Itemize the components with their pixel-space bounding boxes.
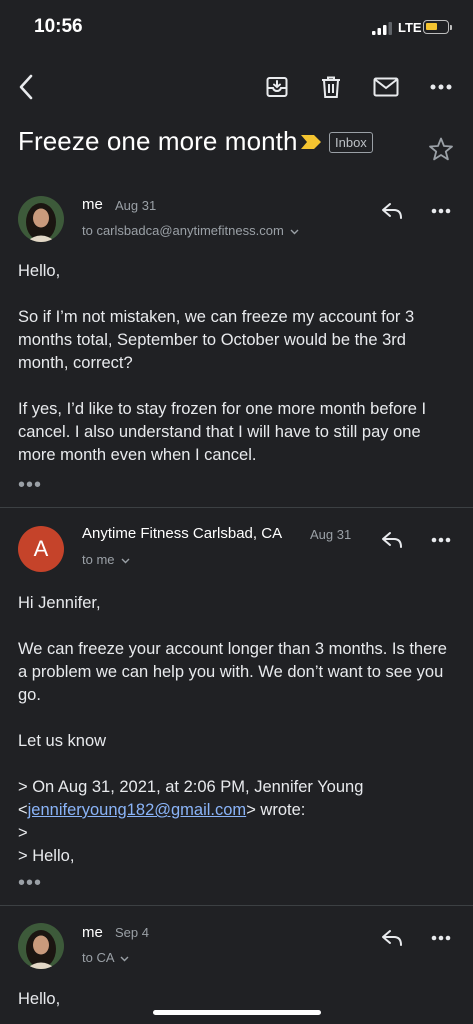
recipients-toggle[interactable]: to CA [82, 950, 129, 965]
status-time: 10:56 [34, 16, 83, 37]
body-paragraph: We can freeze your account longer than 3… [18, 640, 447, 704]
message-more-button[interactable] [428, 927, 454, 949]
back-button[interactable] [14, 74, 38, 100]
message-sender: me [82, 924, 103, 941]
message-sender: Anytime Fitness Carlsbad, CA [82, 525, 283, 542]
mark-unread-button[interactable] [372, 74, 400, 100]
recipients-toggle[interactable]: to me [82, 552, 130, 567]
message-body: Hello, [18, 988, 458, 1011]
archive-icon [266, 77, 288, 97]
avatar-letter: A [33, 536, 49, 561]
chevron-down-icon [290, 229, 299, 235]
message-divider [0, 507, 473, 508]
thread-subject: Freeze one more month [18, 126, 298, 156]
home-indicator[interactable] [153, 1010, 321, 1015]
more-horizontal-icon [431, 537, 451, 543]
body-paragraph: So if I’m not mistaken, we can freeze my… [18, 308, 415, 372]
delete-button[interactable] [318, 74, 344, 100]
mail-icon [373, 77, 399, 97]
message-more-button[interactable] [428, 529, 454, 551]
body-paragraph: Hello, [18, 262, 61, 280]
show-trimmed-content-button[interactable]: ••• [18, 872, 42, 895]
avatar-photo [18, 196, 64, 242]
message-date: Aug 31 [115, 198, 157, 213]
more-horizontal-icon [430, 84, 452, 90]
show-trimmed-content-button[interactable]: ••• [18, 474, 42, 497]
message-body: Hi Jennifer, We can freeze your account … [18, 592, 458, 868]
more-horizontal-icon [431, 208, 451, 214]
more-options-button[interactable] [428, 76, 454, 98]
message-more-button[interactable] [428, 200, 454, 222]
body-paragraph: Hello, [18, 990, 61, 1008]
sender-avatar[interactable]: A [18, 526, 64, 572]
sender-avatar[interactable] [18, 196, 64, 242]
recipients-toggle[interactable]: to carlsbadca@anytimefitness.com [82, 223, 299, 238]
quoted-line: > On Aug 31, 2021, at 2:06 PM, Jennifer … [18, 778, 364, 796]
message-divider [0, 905, 473, 906]
archive-button[interactable] [264, 74, 290, 100]
reply-icon [382, 532, 402, 548]
recipients-text: to carlsbadca@anytimefitness.com [82, 223, 284, 238]
quoted-bracket: < [18, 801, 28, 819]
email-link[interactable]: jenniferyoung182@gmail.com [28, 801, 247, 819]
sender-avatar[interactable] [18, 923, 64, 969]
recipients-text: to me [82, 552, 115, 567]
message-sender: me [82, 196, 103, 213]
message-date: Sep 4 [115, 925, 149, 940]
chevron-left-icon [19, 74, 33, 100]
battery-icon [423, 20, 452, 34]
reply-button[interactable] [379, 925, 405, 951]
quoted-wrote: > wrote: [246, 801, 306, 819]
more-horizontal-icon [431, 935, 451, 941]
recipients-text: to CA [82, 950, 114, 965]
reply-icon [382, 203, 402, 219]
star-icon[interactable] [428, 136, 454, 162]
chevron-down-icon [120, 956, 129, 962]
important-marker-icon[interactable] [300, 134, 322, 150]
quoted-line: > Hello, [18, 847, 75, 865]
chevron-down-icon [121, 558, 130, 564]
quoted-line: > [18, 824, 28, 842]
avatar-photo [18, 923, 64, 969]
message-body: Hello, So if I’m not mistaken, we can fr… [18, 260, 458, 467]
reply-icon [382, 930, 402, 946]
cellular-signal-icon [372, 22, 392, 35]
trash-icon [322, 76, 340, 98]
reply-button[interactable] [379, 527, 405, 553]
reply-button[interactable] [379, 198, 405, 224]
message-date: Aug 31 [310, 527, 352, 542]
body-paragraph: Hi Jennifer, [18, 594, 101, 612]
body-paragraph: Let us know [18, 732, 107, 750]
quoted-line: <jenniferyoung182@gmail.com> wrote: [18, 799, 458, 822]
network-type: LTE [398, 20, 422, 35]
inbox-label-chip[interactable]: Inbox [329, 132, 373, 153]
body-paragraph: If yes, I’d like to stay frozen for one … [18, 400, 427, 464]
